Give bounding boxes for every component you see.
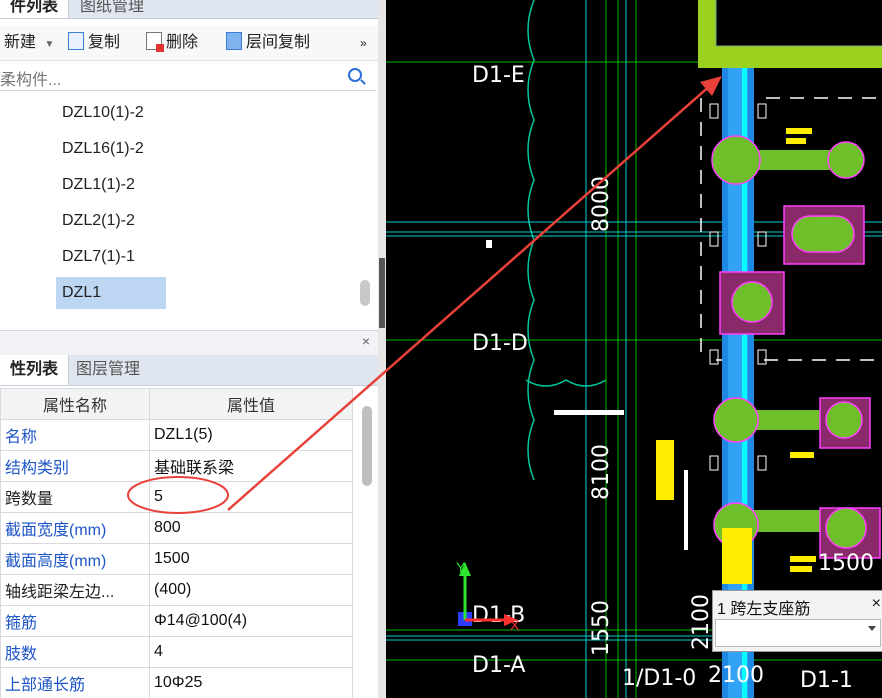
- more-button[interactable]: »: [360, 26, 367, 60]
- column-header-name: 属性名称: [0, 388, 150, 420]
- table-row[interactable]: 截面高度(mm) 1500: [0, 543, 353, 575]
- copy-button[interactable]: 复制: [68, 26, 120, 60]
- list-item[interactable]: DZL7(1)-1: [56, 241, 166, 273]
- floor-copy-icon: [226, 32, 242, 50]
- floor-copy-label: 层间复制: [246, 34, 311, 51]
- dimension-label: 1550: [589, 600, 614, 656]
- new-label: 新建: [4, 34, 37, 51]
- copy-label: 复制: [88, 34, 121, 51]
- table-row[interactable]: 轴线距梁左边... (400): [0, 574, 353, 606]
- property-value[interactable]: 1500: [149, 543, 353, 575]
- component-toolbar: 新建 ▼ 复制 删除 层间复制 »: [0, 26, 378, 61]
- property-value[interactable]: (400): [149, 574, 353, 606]
- tab-component-list[interactable]: 件列表: [0, 0, 70, 18]
- dimension-label: 1500: [818, 551, 874, 576]
- table-row[interactable]: 结构类别 基础联系梁: [0, 450, 353, 482]
- list-item-selected[interactable]: DZL1: [56, 277, 166, 309]
- popup-title: 1 跨左支座筋: [717, 601, 811, 618]
- table-row[interactable]: 跨数量 5: [0, 481, 353, 513]
- property-value[interactable]: DZL1(5): [149, 419, 353, 451]
- delete-icon: [146, 32, 164, 52]
- list-item[interactable]: DZL16(1)-2: [56, 133, 166, 165]
- property-name: 跨数量: [0, 481, 150, 513]
- property-name: 截面宽度(mm): [0, 512, 150, 544]
- table-header-row: 属性名称 属性值: [0, 388, 353, 420]
- span-support-popup[interactable]: 1 跨左支座筋 ×: [712, 590, 882, 652]
- property-value[interactable]: 10Φ25: [149, 667, 353, 698]
- floor-copy-button[interactable]: 层间复制: [226, 26, 310, 60]
- divider-grip[interactable]: [379, 258, 385, 328]
- table-row[interactable]: 上部通长筋 10Φ25: [0, 667, 353, 698]
- search-box[interactable]: 柔构件...: [0, 62, 376, 91]
- property-name: 上部通长筋: [0, 667, 150, 698]
- property-table-scrollbar[interactable]: [362, 406, 372, 486]
- ucs-x-label: X: [510, 617, 520, 633]
- property-value[interactable]: Φ14@100(4): [149, 605, 353, 637]
- dimension-label: 8100: [589, 444, 614, 500]
- popup-input[interactable]: [715, 619, 881, 647]
- property-name: 名称: [0, 419, 150, 451]
- chevron-down-icon[interactable]: [868, 626, 876, 631]
- tab-drawing-management[interactable]: 图纸管理: [70, 0, 154, 18]
- dimension-label: 2100: [708, 663, 764, 688]
- property-name: 肢数: [0, 636, 150, 668]
- panel-divider[interactable]: [378, 0, 386, 698]
- dimension-label: 2100: [689, 594, 714, 650]
- axis-label: D1-E: [472, 63, 525, 88]
- tab-property-list[interactable]: 性列表: [0, 355, 70, 385]
- delete-button[interactable]: 删除: [146, 26, 198, 60]
- table-row[interactable]: 截面宽度(mm) 800: [0, 512, 353, 544]
- axis-label: D1-D: [472, 331, 528, 356]
- dimension-label: 8000: [589, 176, 614, 232]
- component-tab-bar: 件列表 图纸管理: [0, 0, 378, 19]
- close-icon[interactable]: ×: [362, 333, 370, 349]
- panel-splitter[interactable]: ×: [0, 330, 378, 355]
- table-row[interactable]: 箍筋 Φ14@100(4): [0, 605, 353, 637]
- property-value[interactable]: 800: [149, 512, 353, 544]
- list-item[interactable]: DZL2(1)-2: [56, 205, 166, 237]
- search-input[interactable]: 柔构件...: [0, 66, 61, 90]
- close-icon[interactable]: ×: [872, 595, 881, 613]
- revision-cloud: [525, 0, 607, 481]
- left-panel: 件列表 图纸管理 新建 ▼ 复制 删除 层间复制 » 柔构件... DZL10(…: [0, 0, 378, 698]
- property-name: 箍筋: [0, 605, 150, 637]
- copy-icon: [68, 32, 84, 50]
- new-button[interactable]: 新建 ▼: [4, 26, 54, 60]
- small-labels: [486, 240, 688, 550]
- axis-label: 1/D1-0: [622, 666, 696, 691]
- property-table: 属性名称 属性值 名称 DZL1(5) 结构类别 基础联系梁 跨数量 5 截面宽…: [0, 388, 353, 698]
- axis-label: D1-A: [472, 653, 525, 678]
- search-icon[interactable]: [348, 68, 362, 82]
- property-name: 结构类别: [0, 450, 150, 482]
- list-item[interactable]: DZL1(1)-2: [56, 169, 166, 201]
- column-header-value: 属性值: [149, 388, 353, 420]
- property-value[interactable]: 5: [149, 481, 353, 513]
- component-list-scrollbar[interactable]: [360, 280, 370, 306]
- property-name: 截面高度(mm): [0, 543, 150, 575]
- property-name: 轴线距梁左边...: [0, 574, 150, 606]
- property-tab-bar: 性列表 图层管理: [0, 355, 378, 386]
- property-value[interactable]: 4: [149, 636, 353, 668]
- axis-label: D1-1: [800, 668, 853, 693]
- chevron-down-icon[interactable]: ▼: [44, 39, 54, 50]
- table-row[interactable]: 名称 DZL1(5): [0, 419, 353, 451]
- ucs-y-label: Y: [456, 559, 466, 575]
- list-item[interactable]: DZL10(1)-2: [56, 97, 166, 129]
- tab-layer-management[interactable]: 图层管理: [66, 355, 150, 385]
- delete-label: 删除: [166, 34, 199, 51]
- table-row[interactable]: 肢数 4: [0, 636, 353, 668]
- property-value[interactable]: 基础联系梁: [149, 450, 353, 482]
- yellow-marker: [722, 528, 752, 584]
